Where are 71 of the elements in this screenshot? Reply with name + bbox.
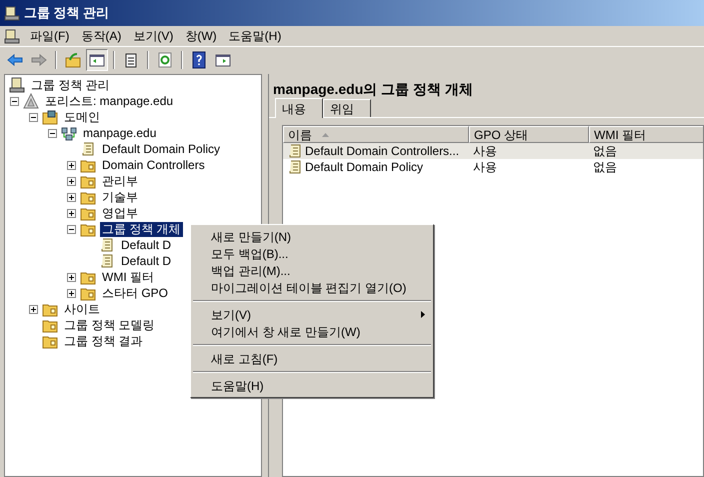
expander-icon[interactable]	[29, 112, 38, 122]
tree-item[interactable]: 스타터 GPO	[100, 286, 170, 300]
network-icon	[61, 125, 77, 141]
expander-icon[interactable]	[67, 224, 76, 234]
tree-item[interactable]: Domain Controllers	[100, 158, 207, 172]
table-cell-text: 사용	[473, 159, 497, 176]
expander-icon[interactable]	[67, 288, 76, 298]
expander-icon[interactable]	[67, 192, 76, 202]
column-header[interactable]: 이름	[283, 126, 469, 143]
tree-item[interactable]: 그룹 정책 개체	[100, 222, 183, 236]
pane-title: manpage.edu의 그룹 정책 개체	[272, 80, 474, 98]
tree-item[interactable]: WMI 필터	[100, 270, 156, 284]
menu-item[interactable]: 마이그레이션 테이블 편집기 열기(O)	[191, 279, 433, 296]
column-header[interactable]: GPO 상태	[469, 126, 589, 143]
expander-icon[interactable]	[10, 96, 19, 106]
tree-item[interactable]: 그룹 정책 관리	[29, 78, 112, 92]
scroll-icon	[99, 253, 115, 269]
table-cell-text: 없음	[593, 143, 617, 160]
menu-item[interactable]: 도움말(H)	[191, 377, 433, 394]
menu-item[interactable]: 보기(V)	[127, 26, 180, 46]
menu-item[interactable]: 창(W)	[179, 26, 223, 46]
table-cell-text: 없음	[593, 159, 617, 176]
tree-item[interactable]: 사이트	[62, 302, 102, 316]
console-icon	[9, 77, 25, 93]
scroll-icon	[80, 141, 96, 157]
tree-item[interactable]: Default D	[119, 238, 174, 252]
expander-icon[interactable]	[67, 272, 76, 282]
menu-item[interactable]: 모두 백업(B)...	[191, 245, 433, 262]
menu-item[interactable]: 새로 고침(F)	[191, 350, 433, 367]
scroll-icon	[287, 159, 303, 175]
menu-item[interactable]: 파일(F)	[24, 26, 76, 46]
table-row[interactable]: Default Domain Policy 사용 없음	[283, 159, 703, 175]
tree-item[interactable]: 포리스트: manpage.edu	[43, 94, 176, 108]
menu-item[interactable]: 보기(V)	[191, 306, 433, 323]
column-header[interactable]: WMI 필터	[589, 126, 703, 143]
console-icon	[4, 5, 20, 21]
scroll-icon	[287, 143, 303, 159]
tree-item[interactable]: 도메인	[62, 110, 102, 124]
tree-item[interactable]: Default Domain Policy	[100, 142, 222, 156]
expander-icon[interactable]	[29, 304, 38, 314]
menu-item[interactable]: 새로 만들기(N)	[191, 228, 433, 245]
table-row[interactable]: Default Domain Controllers... 사용 없음	[283, 143, 703, 159]
tree-item[interactable]: manpage.edu	[81, 126, 158, 140]
tree-item[interactable]: 영업부	[100, 206, 140, 220]
table-cell-text: Default Domain Controllers...	[305, 143, 460, 160]
expander-icon[interactable]	[67, 160, 76, 170]
table-cell-text: 사용	[473, 143, 497, 160]
toolbar-button[interactable]	[86, 48, 108, 70]
tree-item[interactable]: 기술부	[100, 190, 140, 204]
menu-item[interactable]: 도움말(H)	[222, 26, 288, 46]
triangle-icon	[23, 93, 39, 109]
menu-item[interactable]: 동작(A)	[75, 26, 128, 46]
window-title: 그룹 정책 관리	[24, 4, 110, 22]
tree-item[interactable]: 그룹 정책 모델링	[62, 318, 157, 332]
expander-icon[interactable]	[48, 128, 57, 138]
expander-icon[interactable]	[67, 208, 76, 218]
tree-item[interactable]: 관리부	[100, 174, 140, 188]
tab[interactable]: 내용	[275, 98, 323, 118]
menu-item[interactable]: 백업 관리(M)...	[191, 262, 433, 279]
tree-item[interactable]: Default D	[119, 254, 174, 268]
scroll-icon	[99, 237, 115, 253]
table-cell-text: Default Domain Policy	[305, 159, 424, 176]
expander-icon[interactable]	[67, 176, 76, 186]
tab[interactable]: 위임	[323, 99, 371, 117]
menu-item[interactable]: 여기에서 창 새로 만들기(W)	[191, 323, 433, 340]
folder-icon	[42, 109, 58, 125]
refresh-icon	[156, 50, 174, 68]
console-icon	[4, 28, 20, 44]
tree-item[interactable]: 그룹 정책 결과	[62, 334, 145, 348]
help-icon	[190, 50, 208, 68]
folder-up-icon	[64, 50, 82, 68]
